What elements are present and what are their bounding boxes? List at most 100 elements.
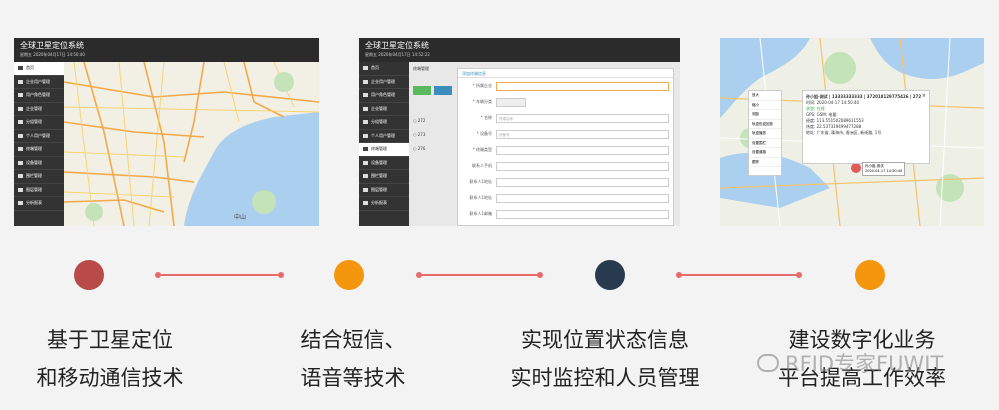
wechat-icon [757,354,779,372]
menu-item[interactable]: 企业管理 [14,103,64,116]
popup-line: 地址: 广东省, 珠海市, 香洲区, 新街路, 1号 [806,130,882,135]
connector-dot [278,272,284,278]
report-icon [363,201,368,206]
connector-dot [537,272,543,278]
app-title: 全球卫星定位系统 [20,41,84,50]
type-select[interactable] [496,145,669,155]
ctx-item[interactable]: 测距 [749,110,781,120]
ctx-item[interactable]: 放大 [749,91,781,101]
form-row: * 车辆分类 [458,94,673,110]
vehicle-marker-label[interactable]: 孙小姐-测试 2020-04-17 14:50:40 [862,162,906,176]
ctx-item[interactable]: 轨迹形迹回放 [749,120,781,129]
app-title: 全球卫星定位系统 [365,41,429,50]
content-area: 终端管理 ○ 272 ○ 273 ○ 276 添加终端信息 * 所属企业 * 车… [409,62,680,226]
group-icon [363,120,368,125]
menu-item[interactable]: 用户角色管理 [359,89,409,103]
user-icon [18,79,23,84]
tracking-map[interactable]: 放大 缩小 测距 轨迹形迹回放 轨迹播放 设置围栏 设置道路 跟踪 孙小姐-测试… [720,38,984,226]
menu-item[interactable]: 设备管理 [14,157,64,170]
fence-icon [18,174,23,179]
ctx-item[interactable]: 轨迹播放 [749,129,781,139]
watermark: RFID专家FUWIT [757,348,943,378]
menu-item[interactable]: 首页 [359,62,409,76]
ctx-item[interactable]: 设置道路 [749,148,781,158]
name-input[interactable]: 终端名称 [496,113,669,123]
layer-icon [18,187,23,192]
menu-item[interactable]: 围栏管理 [359,170,409,184]
table-row[interactable]: ○ 276 [413,146,425,151]
step-dot-4 [855,260,885,290]
table-row[interactable]: ○ 272 [413,118,425,123]
menu-item[interactable]: 企业用户管理 [359,76,409,89]
tab-terminal[interactable]: 终端管理 [413,66,429,72]
menu-item[interactable]: 分析报表 [14,197,64,211]
group-icon [18,120,23,125]
map-label: 中山 [234,214,247,221]
building-icon [363,106,368,111]
edit-button[interactable] [434,86,452,95]
step-dot-2 [334,260,364,290]
menu-item[interactable]: 个人用户管理 [14,130,64,143]
connector-line [158,274,281,276]
menu-item[interactable]: 围栏管理 [14,170,64,184]
app-header: 全球卫星定位系统 星期五 2020年04月17日 14:52:22 [359,38,680,62]
fence-icon [363,174,368,179]
company-select[interactable] [496,81,669,91]
contact-phone-input[interactable] [496,161,669,171]
menu-item[interactable]: 设备管理 [359,157,409,170]
step-dot-3 [595,260,625,290]
menu-item[interactable]: 终端管理 [14,143,64,157]
form-row: 联系人手机 [458,158,673,174]
report-icon [18,201,23,206]
ctx-item[interactable]: 跟踪 [749,158,781,167]
modal-title: 添加终端信息 [458,69,673,78]
app-header: 全球卫星定位系统 星期五 2020年04月17日 14:50:40 [14,38,319,62]
menu-item[interactable]: 企业用户管理 [14,76,64,89]
device-icon [363,160,368,165]
add-button[interactable] [413,86,431,95]
sidebar-menu: 首页 企业用户管理 用户角色管理 企业管理 分组管理 个人用户管理 终端管理 设… [359,62,409,226]
screenshot-map-system: 全球卫星定位系统 星期五 2020年04月17日 14:50:40 首页 企业用… [14,38,319,226]
city-map[interactable]: 中山 [64,62,319,226]
form-row: * 所属企业 [458,78,673,94]
form-row: * 名称 终端名称 [458,110,673,126]
user-icon [363,79,368,84]
menu-item[interactable]: 图层管理 [14,184,64,197]
menu-item[interactable]: 个人用户管理 [359,130,409,143]
menu-item[interactable]: 企业管理 [359,103,409,116]
category-select[interactable] [496,97,526,107]
home-icon [363,66,368,71]
connector-line [419,274,540,276]
menu-item[interactable]: 分组管理 [359,116,409,130]
menu-item[interactable]: 分析报表 [359,197,409,211]
connector-dot [796,272,802,278]
menu-item[interactable]: 用户角色管理 [14,89,64,103]
caption-2: 结合短信、 语音等技术 [300,328,406,390]
ctx-item[interactable]: 设置围栏 [749,139,781,148]
device-icon [18,160,23,165]
screenshot-terminal-form: 全球卫星定位系统 星期五 2020年04月17日 14:52:22 首页 企业用… [359,38,680,226]
form-row: * 设备号 设备号 [458,126,673,142]
menu-item[interactable]: 图层管理 [359,184,409,197]
connector-line [679,274,799,276]
contact-address-input[interactable] [496,193,669,203]
step-dot-1 [74,260,104,290]
popup-close-icon[interactable]: × [922,93,926,99]
process-timeline [0,256,999,296]
menu-item-terminal[interactable]: 终端管理 [359,143,409,157]
contact-address-input[interactable] [496,177,669,187]
device-id-input[interactable]: 设备号 [496,129,669,139]
map-context-menu: 放大 缩小 测距 轨迹形迹回放 轨迹播放 设置围栏 设置道路 跟踪 [748,90,782,176]
terminal-icon [363,147,368,152]
menu-item[interactable]: 分组管理 [14,116,64,130]
caption-3: 实现位置状态信息 实时监控和人员管理 [510,328,700,390]
vehicle-info-popup: 孙小姐-测试 | 13333333333 | 372018129775426 |… [802,90,930,164]
form-row: 联系人1邮箱 [458,206,673,222]
ctx-item[interactable]: 缩小 [749,101,781,110]
table-row[interactable]: ○ 273 [413,132,425,137]
menu-item-home[interactable]: 首页 [14,62,64,76]
app-date: 星期五 2020年04月17日 14:50:40 [20,52,85,57]
layer-icon [363,187,368,192]
contact-email-input[interactable] [496,209,669,219]
sidebar-menu: 首页 企业用户管理 用户角色管理 企业管理 分组管理 个人用户管理 终端管理 设… [14,62,64,226]
